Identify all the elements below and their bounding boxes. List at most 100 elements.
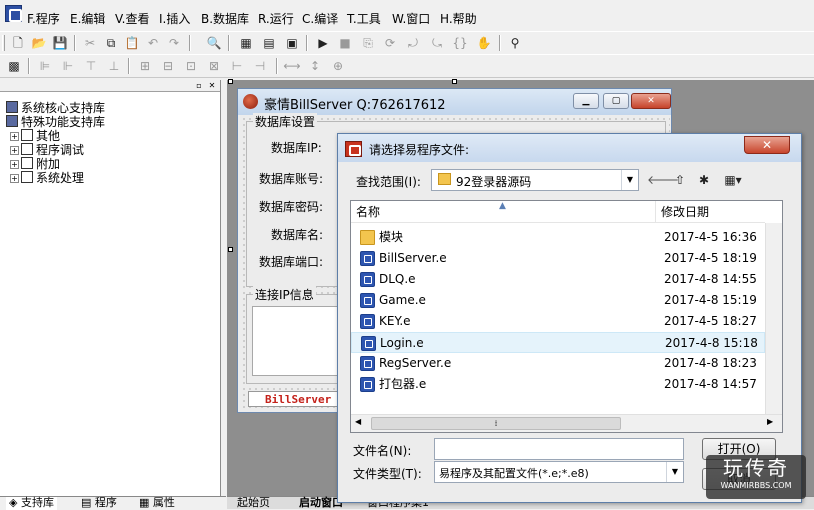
step-into-icon[interactable]: ⎘: [358, 34, 378, 53]
file-row[interactable]: KEY.e 2017-4-5 18:27: [351, 311, 765, 332]
file-row[interactable]: RegServer.e 2017-4-8 18:23: [351, 353, 765, 374]
tab-label: 程序: [94, 496, 117, 509]
new-folder-icon[interactable]: ✱: [694, 171, 714, 190]
undo-icon[interactable]: ↶: [143, 34, 163, 53]
scroll-thumb[interactable]: ⁞: [371, 417, 621, 430]
file-row[interactable]: Game.e 2017-4-8 15:19: [351, 290, 765, 311]
tab-properties[interactable]: ▦ 属性: [136, 497, 178, 510]
copy-icon[interactable]: ⧉: [101, 34, 121, 53]
same-width-icon[interactable]: ⊡: [181, 57, 201, 76]
tab-start-page[interactable]: 起始页: [237, 497, 270, 509]
group-title: 数据库设置: [253, 113, 318, 130]
file-row[interactable]: 模块 2017-4-5 16:36: [351, 227, 765, 248]
run-to-cursor-icon[interactable]: ⤿: [427, 34, 447, 53]
tree-item-special-lib[interactable]: 特殊功能支持库: [6, 115, 105, 129]
redo-icon[interactable]: ↷: [164, 34, 184, 53]
toolbar-grip[interactable]: [2, 35, 5, 51]
horizontal-scrollbar[interactable]: ◀ ⁞ ▶: [351, 414, 782, 432]
vertical-scrollbar[interactable]: [765, 223, 782, 414]
chevron-down-icon[interactable]: ▼: [621, 170, 638, 190]
scroll-right-icon[interactable]: ▶: [767, 417, 773, 426]
panel-restore-icon[interactable]: ▫: [194, 81, 204, 90]
find-icon[interactable]: 🔍: [204, 34, 224, 53]
watermark-sub: WANMIRBBS.COM: [720, 481, 792, 490]
tree-item-core-lib[interactable]: 系统核心支持库: [6, 101, 105, 115]
filename-input[interactable]: [434, 438, 684, 460]
run-icon[interactable]: ▶: [313, 34, 333, 53]
align-right-icon[interactable]: ⊩: [58, 57, 78, 76]
resize-handle[interactable]: [228, 247, 233, 252]
expand-plus-icon[interactable]: +: [10, 160, 19, 169]
align-top-icon[interactable]: ⊤: [81, 57, 101, 76]
braces-icon[interactable]: {}: [450, 34, 470, 53]
menu-compile[interactable]: C.编译: [302, 10, 338, 26]
expand-plus-icon[interactable]: +: [10, 174, 19, 183]
lookin-combo[interactable]: 92登录器源码 ▼: [431, 169, 639, 191]
tree-item-debug[interactable]: + 程序调试: [10, 143, 84, 157]
minimize-icon[interactable]: ▁: [573, 93, 599, 109]
layout-b-icon[interactable]: ▤: [259, 34, 279, 53]
tree-item-other[interactable]: + 其他: [10, 129, 60, 143]
menu-edit[interactable]: E.编辑: [70, 10, 105, 26]
expand-plus-icon[interactable]: +: [10, 146, 19, 155]
menu-tools[interactable]: T.工具: [347, 10, 381, 26]
up-folder-icon[interactable]: ⇧: [670, 171, 690, 190]
maximize-icon[interactable]: ▢: [603, 93, 629, 109]
file-row-selected[interactable]: Login.e 2017-4-8 15:18: [351, 332, 765, 353]
new-file-icon[interactable]: 🗋: [8, 34, 28, 53]
hand-icon[interactable]: ✋: [474, 34, 494, 53]
tab-program[interactable]: ▤ 程序: [78, 497, 120, 510]
space-equal-v-icon[interactable]: ↕: [305, 57, 325, 76]
tab-support-lib[interactable]: ◈ 支持库: [6, 497, 57, 510]
chevron-down-icon[interactable]: ▼: [666, 462, 683, 482]
column-header-name[interactable]: 名称 ▲: [351, 201, 656, 223]
file-row[interactable]: 打包器.e 2017-4-8 14:57: [351, 374, 765, 395]
paste-icon[interactable]: 📋: [122, 34, 142, 53]
scroll-left-icon[interactable]: ◀: [355, 417, 361, 426]
menu-view[interactable]: V.查看: [115, 10, 149, 26]
step-over-icon[interactable]: ⟳: [380, 34, 400, 53]
step-out-icon[interactable]: ⤾: [403, 34, 423, 53]
same-height-icon[interactable]: ⊠: [204, 57, 224, 76]
center-h-icon[interactable]: ⊞: [135, 57, 155, 76]
tree-item-addon[interactable]: + 附加: [10, 157, 60, 171]
menu-help[interactable]: H.帮助: [440, 10, 477, 26]
center-v-icon[interactable]: ⊟: [158, 57, 178, 76]
file-row[interactable]: DLQ.e 2017-4-8 14:55: [351, 269, 765, 290]
debug-binoculars-icon[interactable]: ⚲: [505, 34, 525, 53]
back-icon[interactable]: 🡐: [647, 171, 679, 190]
open-folder-icon[interactable]: 📂: [29, 34, 49, 53]
layout-a-icon[interactable]: ▦: [236, 34, 256, 53]
form-icon[interactable]: ▩: [4, 57, 24, 76]
panel-close-icon[interactable]: ✕: [207, 81, 217, 90]
file-row[interactable]: BillServer.e 2017-4-5 18:19: [351, 248, 765, 269]
layout-c-icon[interactable]: ▣: [282, 34, 302, 53]
close-icon[interactable]: ✕: [744, 136, 790, 154]
space-h-icon[interactable]: ⊣: [250, 57, 270, 76]
menu-program[interactable]: F.程序: [27, 10, 60, 26]
same-size-icon[interactable]: ⊢: [227, 57, 247, 76]
window-titlebar[interactable]: 豪情BillServer Q:762617612 ▁ ▢ ✕: [238, 89, 671, 115]
close-icon[interactable]: ✕: [631, 93, 671, 109]
menu-insert[interactable]: I.插入: [159, 10, 190, 26]
save-icon[interactable]: 💾: [50, 34, 70, 53]
expand-plus-icon[interactable]: +: [10, 132, 19, 141]
column-header-date[interactable]: 修改日期: [656, 201, 765, 223]
menu-database[interactable]: B.数据库: [201, 10, 249, 26]
filetype-select[interactable]: 易程序及其配置文件(*.e;*.e8) ▼: [434, 461, 684, 483]
resize-handle[interactable]: [452, 79, 457, 84]
align-bottom-icon[interactable]: ⊥: [104, 57, 124, 76]
menu-window[interactable]: W.窗口: [392, 10, 430, 26]
stop-icon[interactable]: ■: [335, 34, 355, 53]
dialog-titlebar[interactable]: 请选择易程序文件: ✕: [338, 134, 801, 162]
align-left-icon[interactable]: ⊫: [35, 57, 55, 76]
space-equal-h-icon[interactable]: ⟷: [282, 57, 302, 76]
cut-icon[interactable]: ✂: [80, 34, 100, 53]
panel-tabs: ◈ 支持库 ▤ 程序 ▦ 属性: [0, 496, 226, 510]
menu-run[interactable]: R.运行: [258, 10, 294, 26]
panel-header: ▫ ✕: [0, 80, 220, 92]
center-form-icon[interactable]: ⊕: [328, 57, 348, 76]
resize-handle[interactable]: [228, 79, 233, 84]
tree-item-system[interactable]: + 系统处理: [10, 171, 84, 185]
view-menu-icon[interactable]: ▦▾: [718, 171, 748, 190]
